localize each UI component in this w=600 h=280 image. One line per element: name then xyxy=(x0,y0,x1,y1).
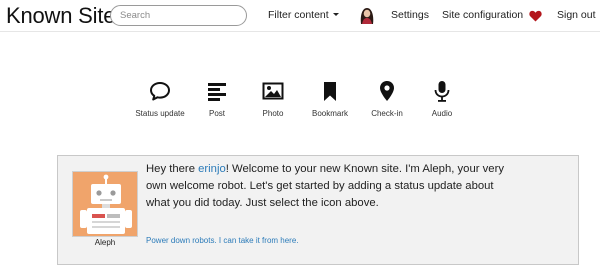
search-input[interactable] xyxy=(110,5,247,26)
sign-out-link[interactable]: Sign out xyxy=(557,9,596,21)
top-navbar: Known Site Filter content Settings Site … xyxy=(0,0,600,32)
welcome-panel: Aleph Hey there erinjo! Welcome to your … xyxy=(57,155,579,265)
picture-icon xyxy=(245,80,301,104)
speech-bubble-icon xyxy=(132,80,188,104)
audio-button[interactable]: Audio xyxy=(414,80,470,118)
bookmark-icon xyxy=(302,80,358,104)
photo-label: Photo xyxy=(262,109,284,118)
status-update-label: Status update xyxy=(135,109,185,118)
user-avatar-icon xyxy=(359,6,375,24)
filter-content-label: Filter content xyxy=(268,9,329,21)
settings-link[interactable]: Settings xyxy=(391,9,429,21)
check-in-label: Check-in xyxy=(371,109,403,118)
bookmark-label: Bookmark xyxy=(311,109,348,118)
site-brand[interactable]: Known Site xyxy=(6,3,115,29)
photo-button[interactable]: Photo xyxy=(245,80,301,118)
filter-content-dropdown[interactable]: Filter content xyxy=(268,9,339,21)
map-marker-icon xyxy=(359,80,415,104)
power-down-robots-link[interactable]: Power down robots. I can take it from he… xyxy=(146,236,299,245)
username-link[interactable]: erinjo xyxy=(198,163,226,175)
audio-label: Audio xyxy=(431,109,453,118)
robot-name: Aleph xyxy=(94,238,116,247)
check-in-button[interactable]: Check-in xyxy=(359,80,415,118)
post-button[interactable]: Post xyxy=(189,80,245,118)
status-update-button[interactable]: Status update xyxy=(132,80,188,118)
microphone-icon xyxy=(414,80,470,104)
welcome-message: Hey there erinjo! Welcome to your new Kn… xyxy=(146,161,508,212)
bookmark-button[interactable]: Bookmark xyxy=(302,80,358,118)
site-configuration-link[interactable]: Site configuration xyxy=(442,9,523,21)
heart-icon-graphic xyxy=(529,10,542,22)
caret-down-icon xyxy=(332,13,339,16)
user-avatar[interactable] xyxy=(359,6,375,24)
robot-avatar xyxy=(72,171,138,237)
post-label: Post xyxy=(208,109,225,118)
align-left-icon xyxy=(189,80,245,104)
greeting-prefix: Hey there xyxy=(146,163,199,175)
robot-icon xyxy=(73,172,137,236)
heart-icon[interactable] xyxy=(529,9,542,22)
